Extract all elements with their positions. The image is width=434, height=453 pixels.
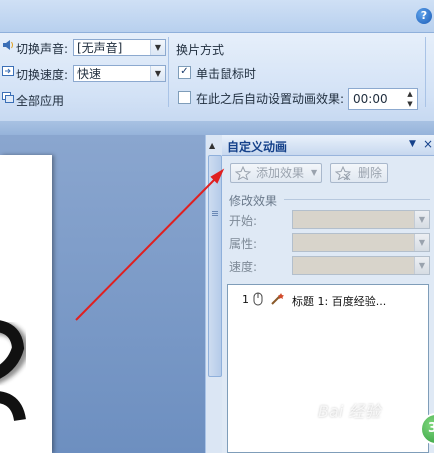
watermark-logo: Bai 经验 [318, 402, 381, 421]
pane-header: 自定义动画 ▼ × [222, 135, 434, 156]
scrollbar-thumb[interactable] [208, 155, 222, 377]
animation-number: 1 [242, 293, 249, 306]
auto-after-time-value: 00:00 [353, 92, 388, 106]
start-select[interactable]: ▼ [292, 210, 430, 229]
sound-label: 切换声音: [16, 42, 69, 56]
chevron-down-icon[interactable]: ▼ [150, 40, 165, 55]
speed-effect-label: 速度: [229, 260, 258, 274]
apply-all-icon [2, 92, 14, 103]
speed-select[interactable]: 快速 ▼ [73, 65, 166, 82]
add-effect-button[interactable]: 添加效果 ▼ [230, 163, 322, 183]
ribbon-transitions: 切换声音: [无声音] ▼ 切换速度: 快速 ▼ 全部应用 换片方式 ✓ 单击鼠… [0, 33, 434, 122]
chevron-down-icon[interactable]: ▼ [414, 234, 429, 251]
pane-title: 自定义动画 [227, 140, 288, 154]
ribbon-bottom-bar [0, 121, 434, 135]
add-effect-label: 添加效果 [256, 166, 305, 180]
grip-icon [212, 211, 218, 212]
help-button[interactable]: ? [416, 8, 432, 24]
apply-all-button[interactable]: 全部应用 [16, 92, 64, 109]
sound-icon [3, 40, 13, 50]
chevron-down-icon[interactable]: ▼ [414, 211, 429, 228]
remove-effect-icon [335, 166, 351, 180]
on-click-checkbox[interactable]: ✓ [178, 66, 191, 79]
property-select[interactable]: ▼ [292, 233, 430, 252]
chevron-down-icon: ▼ [311, 168, 318, 177]
star-effect-icon [271, 293, 284, 305]
ribbon-separator [168, 37, 169, 107]
speed-label: 切换速度: [16, 68, 69, 82]
auto-after-label: 在此之后自动设置动画效果: [196, 92, 345, 106]
on-click-label: 单击鼠标时 [196, 67, 257, 81]
ribbon-separator [425, 37, 426, 107]
advance-group-title: 换片方式 [176, 43, 225, 57]
property-label: 属性: [229, 237, 258, 251]
star-icon [235, 166, 251, 180]
title-bar: ? [0, 0, 434, 33]
triangle-down-icon[interactable]: ▼ [409, 139, 416, 149]
speed-effect-select[interactable]: ▼ [292, 256, 430, 275]
start-label: 开始: [229, 214, 258, 228]
auto-after-time-spinner[interactable]: 00:00 ▲ ▼ [348, 88, 418, 110]
watermark-url: jingyan.baidu.com [336, 420, 420, 430]
scroll-up-icon[interactable]: ▲ [209, 141, 215, 150]
remove-button[interactable]: 删除 [330, 163, 388, 183]
modify-group-label: 修改效果 [229, 194, 278, 208]
sound-select[interactable]: [无声音] ▼ [73, 39, 166, 56]
chevron-down-icon[interactable]: ▼ [150, 66, 165, 81]
chevron-down-icon[interactable]: ▼ [414, 257, 429, 274]
remove-label: 删除 [358, 166, 383, 180]
speed-icon [2, 66, 14, 76]
auto-after-checkbox[interactable] [178, 91, 191, 104]
slide-glyph-graphic [0, 320, 28, 422]
animation-text: 标题 1: 百度经验... [292, 295, 387, 308]
sound-value: [无声音] [77, 41, 123, 55]
mouse-icon [253, 292, 263, 306]
close-icon[interactable]: × [423, 137, 433, 151]
speed-value: 快速 [77, 67, 102, 81]
spin-arrows-icon[interactable]: ▲ ▼ [403, 89, 417, 109]
group-divider [284, 199, 430, 200]
